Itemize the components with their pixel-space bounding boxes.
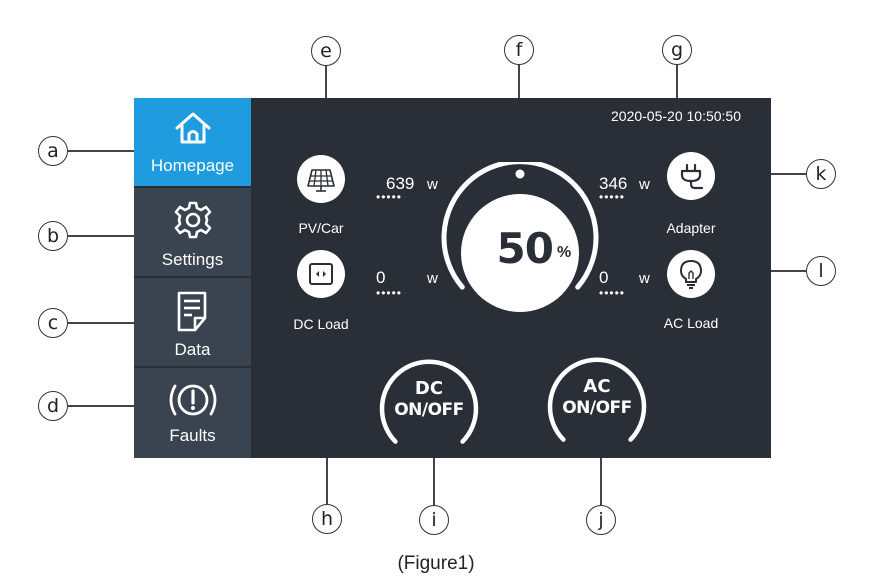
main-panel: 2020-05-20 10:50:50 PV/Car 639 w ••••• D… bbox=[251, 98, 771, 458]
home-icon bbox=[175, 112, 210, 144]
device-screen: Homepage Settings Data Faults 2020-05-20… bbox=[134, 98, 771, 458]
datetime: 2020-05-20 10:50:50 bbox=[611, 108, 741, 124]
pv-flow-indicator: ••••• bbox=[376, 190, 403, 204]
callout-j: j bbox=[586, 505, 616, 535]
ac-toggle-sublabel: ON/OFF bbox=[562, 398, 632, 418]
leader-l bbox=[771, 270, 806, 272]
adapter-button[interactable] bbox=[667, 152, 715, 200]
battery-level-display: 50 % bbox=[461, 194, 579, 312]
callout-e: e bbox=[311, 36, 341, 66]
sidebar-item-label: Homepage bbox=[150, 156, 235, 175]
callout-c: c bbox=[38, 308, 68, 338]
callout-l: l bbox=[806, 256, 836, 286]
adapter-label: Adapter bbox=[666, 220, 716, 236]
document-icon bbox=[177, 291, 206, 332]
sidebar-item-homepage[interactable]: Homepage bbox=[134, 98, 251, 186]
pv-car-label: PV/Car bbox=[298, 220, 344, 236]
figure-caption: (Figure1) bbox=[397, 553, 475, 574]
dc-load-power-value: 0 bbox=[376, 268, 386, 287]
ac-toggle-label: AC bbox=[583, 376, 611, 397]
leader-i bbox=[433, 458, 435, 505]
dc-toggle-sublabel: ON/OFF bbox=[394, 400, 464, 420]
dc-toggle-label: DC bbox=[414, 378, 444, 399]
battery-percentage-unit: % bbox=[557, 244, 572, 261]
sidebar-item-faults[interactable]: Faults bbox=[134, 368, 251, 458]
battery-percentage: 50 bbox=[496, 224, 554, 273]
pv-car-button[interactable] bbox=[297, 155, 345, 203]
ac-load-power-unit: w bbox=[639, 270, 650, 287]
leader-f bbox=[518, 64, 520, 98]
sidebar-item-settings[interactable]: Settings bbox=[134, 188, 251, 276]
leader-c bbox=[68, 322, 134, 324]
callout-f: f bbox=[504, 35, 534, 65]
dc-load-button[interactable] bbox=[297, 250, 345, 298]
dc-socket-icon bbox=[309, 263, 333, 285]
adapter-power-unit: w bbox=[639, 176, 650, 193]
dc-on-off-button[interactable]: DC ON/OFF bbox=[379, 358, 479, 458]
solar-panel-icon bbox=[307, 169, 335, 192]
callout-i: i bbox=[419, 505, 449, 535]
dc-load-label: DC Load bbox=[293, 316, 349, 332]
sidebar-item-label: Settings bbox=[161, 250, 224, 269]
sidebar-item-label: Faults bbox=[169, 426, 216, 445]
leader-j bbox=[600, 458, 602, 505]
leader-g bbox=[676, 64, 678, 98]
dc-load-flow-indicator: ••••• bbox=[376, 286, 403, 300]
fault-alert-icon bbox=[169, 384, 216, 416]
leader-d bbox=[68, 405, 134, 407]
leader-b bbox=[68, 235, 134, 237]
lightbulb-icon bbox=[680, 260, 702, 289]
sidebar-item-label: Data bbox=[174, 340, 211, 359]
leader-a bbox=[68, 150, 134, 152]
figure: a b c d e f g h i j k l Homepage Setting… bbox=[0, 0, 892, 587]
leader-k bbox=[771, 173, 806, 175]
leader-h bbox=[326, 458, 328, 504]
leader-e bbox=[325, 65, 327, 98]
battery-gauge-marker bbox=[515, 169, 525, 179]
sidebar: Homepage Settings Data Faults bbox=[134, 98, 251, 458]
gear-icon bbox=[174, 201, 211, 239]
sidebar-item-data[interactable]: Data bbox=[134, 278, 251, 366]
callout-d: d bbox=[38, 391, 68, 421]
callout-k: k bbox=[806, 159, 836, 189]
ac-load-label: AC Load bbox=[663, 315, 719, 331]
callout-b: b bbox=[38, 221, 68, 251]
ac-on-off-button[interactable]: AC ON/OFF bbox=[547, 356, 647, 456]
plug-icon bbox=[680, 163, 704, 190]
callout-h: h bbox=[312, 504, 342, 534]
callout-a: a bbox=[38, 136, 68, 166]
callout-g: g bbox=[662, 35, 692, 65]
ac-load-button[interactable] bbox=[667, 250, 715, 298]
